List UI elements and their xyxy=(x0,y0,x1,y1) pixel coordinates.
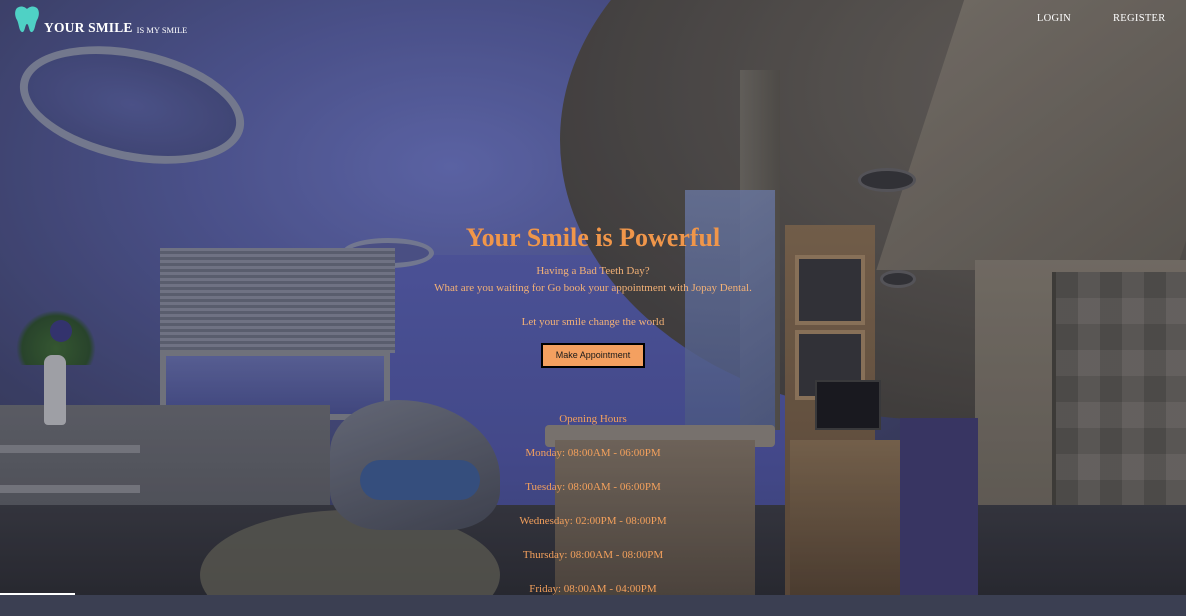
register-link[interactable]: REGISTER xyxy=(1113,13,1165,24)
brand-logo[interactable]: YOUR SMILE IS MY SMILE xyxy=(12,4,188,35)
brand-tagline: IS MY SMILE xyxy=(136,25,188,35)
hero-line-1: Having a Bad Teeth Day? xyxy=(536,265,650,277)
hours-monday: Monday: 08:00AM - 06:00PM xyxy=(525,447,661,459)
login-link[interactable]: LOGIN xyxy=(1034,13,1074,24)
opening-hours-title: Opening Hours xyxy=(559,413,627,425)
hours-wednesday: Wednesday: 02:00PM - 08:00PM xyxy=(519,515,667,527)
make-appointment-button[interactable]: Make Appointment xyxy=(541,343,645,368)
hours-friday: Friday: 08:00AM - 04:00PM xyxy=(529,583,657,595)
hero-section: Your Smile is Powerful Having a Bad Teet… xyxy=(0,222,1186,368)
tooth-icon xyxy=(15,6,39,33)
hours-tuesday: Tuesday: 08:00AM - 06:00PM xyxy=(525,481,661,493)
opening-hours: Opening Hours Monday: 08:00AM - 06:00PM … xyxy=(0,412,1186,616)
hero-title: Your Smile is Powerful xyxy=(465,223,721,252)
hours-thursday: Thursday: 08:00AM - 08:00PM xyxy=(522,549,664,561)
hero-tagline: Let your smile change the world xyxy=(521,316,665,328)
brand-name: YOUR SMILE xyxy=(44,20,133,35)
hero-line-2: What are you waiting for Go book your ap… xyxy=(434,282,752,294)
